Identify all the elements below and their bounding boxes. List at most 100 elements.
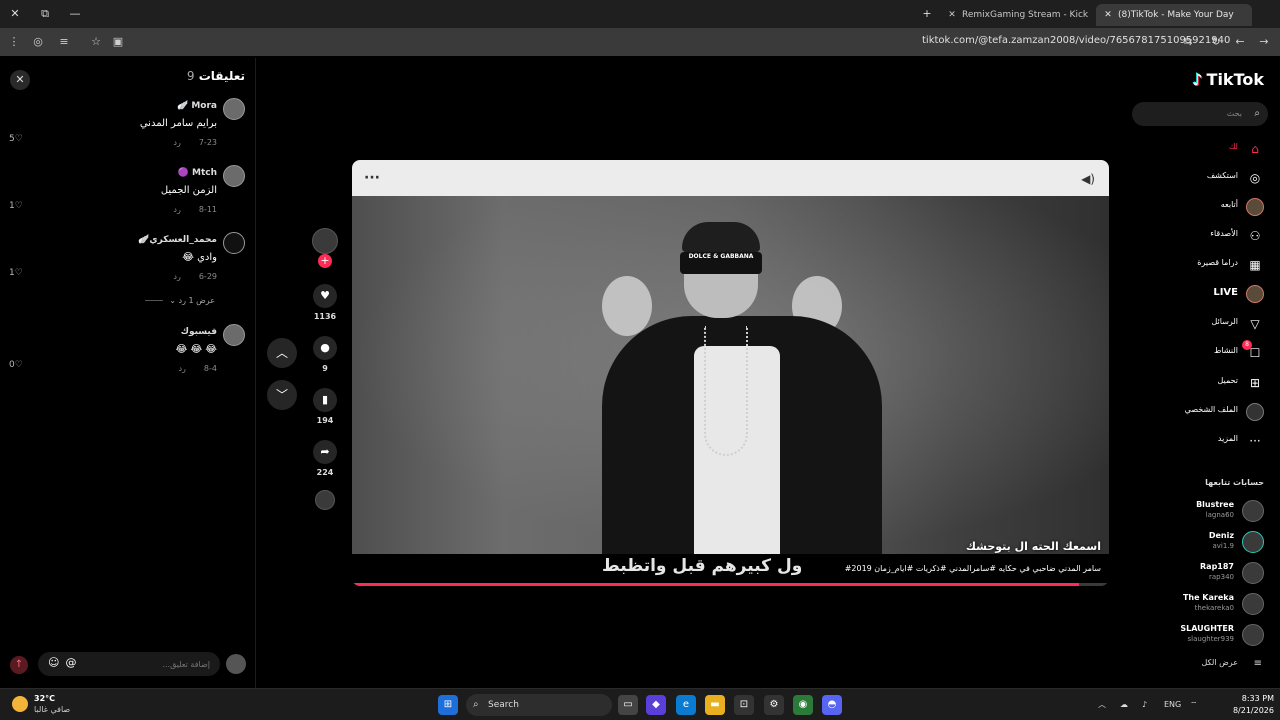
nav-explore[interactable]: ◎ استكشف xyxy=(1134,167,1264,189)
discord-icon[interactable]: ◓ xyxy=(822,695,842,715)
language-indicator[interactable]: ENG xyxy=(1164,689,1181,720)
avatar[interactable] xyxy=(223,165,245,187)
following-account[interactable]: Blustree lagna60 xyxy=(1134,498,1264,524)
comment-like-button[interactable]: 1♡ xyxy=(9,268,23,278)
tiktok-logo[interactable]: ♪ TikTok xyxy=(1192,70,1264,89)
nav-label: المزيد xyxy=(1217,434,1238,443)
profile-icon[interactable]: ◎ xyxy=(30,34,46,50)
taskbar-search[interactable]: ⌕ Search xyxy=(466,694,612,716)
account-handle: thekareka0 xyxy=(1194,604,1234,612)
comment-text: الزمن الجميل xyxy=(160,185,217,196)
following-account[interactable]: Deniz avi1.9 xyxy=(1134,529,1264,555)
tab-tiktok[interactable]: ✕ (8)TikTok - Make Your Day xyxy=(1096,4,1252,26)
nav-short-drama[interactable]: ▦ دراما قصيرة xyxy=(1134,254,1264,276)
nav-friends[interactable]: ⚇ الأصدقاء xyxy=(1134,225,1264,247)
search-icon: ⌕ xyxy=(473,699,479,710)
nav-label: الملف الشخصي xyxy=(1184,405,1238,414)
tray-chevron-icon[interactable]: ︿ xyxy=(1098,689,1106,720)
following-account[interactable]: The Kareka thekareka0 xyxy=(1134,591,1264,617)
more-options-icon[interactable]: ··· xyxy=(364,170,380,186)
avatar[interactable] xyxy=(223,324,245,346)
nav-for-you[interactable]: ⌂ لك xyxy=(1134,138,1264,160)
send-arrow-icon[interactable]: ↑ xyxy=(10,656,28,674)
tab-search-icon[interactable]: ⧉ xyxy=(36,5,54,23)
nav-more[interactable]: ··· المزيد xyxy=(1134,430,1264,452)
minimize-icon[interactable]: — xyxy=(66,5,84,23)
search-icon[interactable]: ⌕ xyxy=(1254,102,1260,126)
reader-icon[interactable]: ≡ xyxy=(56,34,72,50)
previous-video-button[interactable]: ︿ xyxy=(267,338,297,368)
nav-upload[interactable]: ⊞ تحميل xyxy=(1134,372,1264,394)
like-button[interactable]: ♥ 1136 xyxy=(313,284,337,321)
reply-button[interactable]: رد xyxy=(178,364,185,373)
volume-icon[interactable]: ◀) xyxy=(1081,172,1095,186)
nav-profile[interactable]: الملف الشخصي xyxy=(1134,401,1264,423)
forward-icon[interactable]: → xyxy=(1256,34,1272,50)
site-settings-icon[interactable]: ⇆ xyxy=(1180,34,1196,50)
save-button[interactable]: ▮ 194 xyxy=(313,388,337,425)
reply-button[interactable]: رد xyxy=(173,205,180,214)
video-progress-bar[interactable] xyxy=(352,583,1109,586)
close-window-icon[interactable]: ✕ xyxy=(6,5,24,23)
share-button[interactable]: ➦ 224 xyxy=(313,440,337,477)
view-replies-link[interactable]: عرض 1 رد ⌄ xyxy=(145,296,215,305)
emoji-icon[interactable]: ☺ xyxy=(48,656,59,669)
next-video-button[interactable]: ﹀ xyxy=(267,380,297,410)
search-input[interactable]: ⌕ بحث xyxy=(1132,102,1268,126)
comment-button[interactable]: ● 9 xyxy=(313,336,337,373)
follow-plus-icon[interactable]: + xyxy=(318,254,332,268)
comment-like-button[interactable]: 0♡ xyxy=(9,360,23,370)
save-count: 194 xyxy=(316,416,334,425)
new-tab-icon[interactable]: + xyxy=(918,5,936,23)
chrome-icon[interactable]: ◉ xyxy=(793,695,813,715)
back-icon[interactable]: ← xyxy=(1232,34,1248,50)
bookmark-star-icon[interactable]: ☆ xyxy=(88,34,104,50)
reply-button[interactable]: رد xyxy=(173,138,180,147)
following-account[interactable]: SLAUGHTER slaughter939 xyxy=(1134,622,1264,648)
reload-icon[interactable]: ↻ xyxy=(1208,34,1224,50)
network-icon[interactable]: ⌔ xyxy=(1190,689,1198,720)
close-icon[interactable]: ✕ xyxy=(10,70,30,90)
avatar[interactable] xyxy=(223,98,245,120)
comment-username[interactable]: فيسبوك xyxy=(181,327,217,337)
tab-close-icon[interactable]: ✕ xyxy=(946,4,958,26)
avatar[interactable] xyxy=(223,232,245,254)
video-frame[interactable]: DOLCE & GABBANA xyxy=(352,196,1109,556)
sound-disc-icon[interactable] xyxy=(315,490,335,510)
extension-icon[interactable]: ▣ xyxy=(110,34,126,50)
store-icon[interactable]: ⊡ xyxy=(734,695,754,715)
nav-messages[interactable]: ▽ الرسائل xyxy=(1134,313,1264,335)
task-view-icon[interactable]: ▭ xyxy=(618,695,638,715)
system-clock[interactable]: 8:33 PM 8/21/2026 xyxy=(1233,693,1274,717)
mention-icon[interactable]: @ xyxy=(65,656,76,669)
lyric-overlay-text: ول كبيرهم قبل واتظبط xyxy=(602,556,803,576)
avatar xyxy=(1242,562,1264,584)
nav-following[interactable]: أتابعه xyxy=(1134,196,1264,218)
nav-live[interactable]: LIVE xyxy=(1134,283,1264,305)
nav-activity[interactable]: ☐ 8 النشاط xyxy=(1134,340,1264,364)
menu-dots-icon[interactable]: ⋮ xyxy=(6,34,22,50)
reply-button[interactable]: رد xyxy=(173,272,180,281)
video-progress-fill xyxy=(352,583,1079,586)
comment-username[interactable]: محمد_العسكري🪽 xyxy=(138,235,217,245)
following-account[interactable]: Rap187 rap340 xyxy=(1134,560,1264,586)
settings-gear-icon[interactable]: ⚙ xyxy=(764,695,784,715)
file-explorer-icon[interactable]: ▬ xyxy=(705,695,725,715)
comment-username[interactable]: Mtch 🟣 xyxy=(178,168,217,178)
video-author[interactable]: اسمعك الحته ال بتوحشك xyxy=(966,540,1101,553)
tab-close-icon[interactable]: ✕ xyxy=(1102,4,1114,26)
video-caption: سامر المدني ضاحبي في حكايه #سامرالمدني #… xyxy=(844,564,1101,573)
comment-username[interactable]: Mora 🪽 xyxy=(177,101,217,111)
tab-remixgaming[interactable]: ✕ RemixGaming Stream - Kick Da xyxy=(940,4,1090,26)
comment-like-button[interactable]: 1♡ xyxy=(9,201,23,211)
see-all-link[interactable]: ≡ عرض الكل xyxy=(1134,658,1264,672)
onedrive-icon[interactable]: ☁ xyxy=(1120,689,1128,720)
creator-avatar[interactable] xyxy=(312,228,338,254)
heart-icon: ♥ xyxy=(313,284,337,308)
copilot-icon[interactable]: ◆ xyxy=(646,695,666,715)
windows-start-icon[interactable]: ⊞ xyxy=(438,695,458,715)
edge-icon[interactable]: e xyxy=(676,695,696,715)
microphone-icon[interactable]: ♪ xyxy=(1142,689,1147,720)
comment-like-button[interactable]: 5♡ xyxy=(9,134,23,144)
video-player[interactable]: ··· ◀) DOLCE & GABBANA ول كبيرهم قبل وات… xyxy=(352,160,1109,586)
